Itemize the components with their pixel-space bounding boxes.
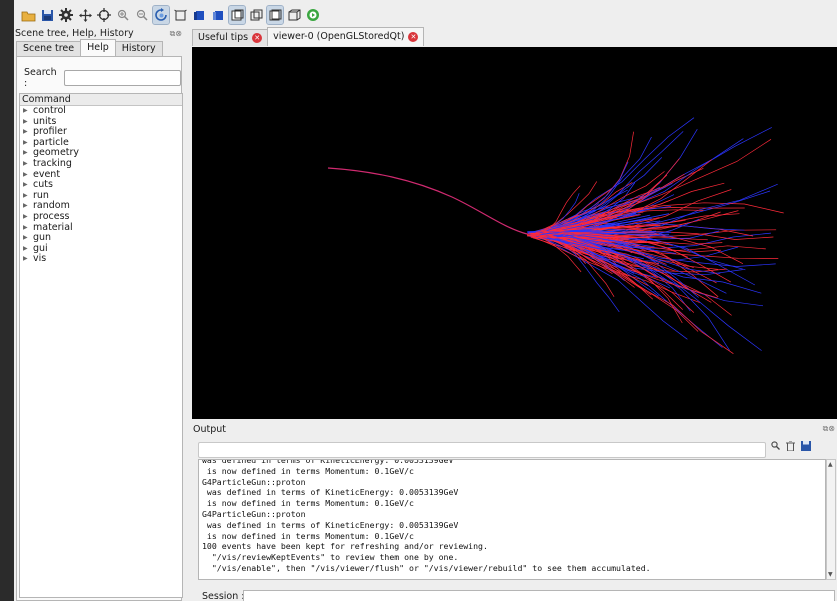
save-icon[interactable] [39, 6, 55, 24]
scroll-up-icon[interactable]: ▲ [828, 461, 833, 468]
hidden-line-icon[interactable] [210, 6, 226, 24]
output-line: was defined in terms of KineticEnergy: 0… [202, 519, 459, 530]
tab-help[interactable]: Help [80, 39, 116, 56]
tab-scene-tree[interactable]: Scene tree [16, 41, 82, 56]
wireframe-icon[interactable] [248, 6, 264, 24]
command-list: ▶ control ▶ units ▶ profiler ▶ particle ▶ geometr… [20, 105, 182, 265]
expand-arrow-icon[interactable]: ▶ [23, 201, 33, 212]
ortho-icon[interactable] [266, 5, 284, 25]
expand-arrow-icon[interactable]: ▶ [23, 254, 33, 265]
toolbar [14, 0, 837, 30]
expand-arrow-icon[interactable]: ▶ [23, 191, 33, 202]
solid-icon[interactable] [191, 6, 207, 24]
output-dock-controls[interactable]: ⧉⊗ [823, 424, 835, 434]
particle-tracks-canvas [327, 117, 784, 354]
tab-useful-tips[interactable]: Useful tips ✕ [192, 29, 269, 46]
command-item-tracking[interactable]: ▶ tracking [20, 157, 182, 170]
close-icon[interactable]: ✕ [408, 32, 419, 42]
expand-arrow-icon[interactable]: ▶ [23, 170, 33, 181]
help-panel: Search : Command ▶ control ▶ units ▶ profiler… [16, 56, 183, 601]
dock-tabs: Scene tree Help History [14, 39, 184, 56]
command-item-vis[interactable]: ▶ vis [20, 254, 182, 265]
output-line: was defined in terms of KineticEnergy: 0… [202, 459, 454, 465]
command-item-process[interactable]: ▶ process [20, 210, 182, 223]
scroll-down-icon[interactable]: ▼ [828, 571, 833, 578]
command-item-label: tracking [33, 157, 72, 169]
viewer-tabs: Useful tips ✕ viewer-0 (OpenGLStoredQt) … [192, 27, 425, 46]
zoom-in-icon[interactable] [115, 6, 131, 24]
search-row: Search : [24, 67, 181, 89]
output-line: is now defined in terms Momentum: 0.1GeV… [202, 465, 414, 476]
output-line: is now defined in terms Momentum: 0.1GeV… [202, 530, 414, 541]
search-icon[interactable] [771, 441, 780, 454]
expand-arrow-icon[interactable]: ▶ [23, 106, 33, 117]
output-toolbar [771, 440, 811, 454]
rotate-icon[interactable] [152, 5, 170, 25]
output-line: G4ParticleGun::proton [202, 476, 306, 487]
tab-viewer-0[interactable]: viewer-0 (OpenGLStoredQt) ✕ [267, 27, 425, 46]
move-icon[interactable] [77, 6, 93, 24]
trash-icon[interactable] [786, 440, 795, 454]
run-icon[interactable] [305, 6, 321, 24]
expand-arrow-icon[interactable]: ▶ [23, 212, 33, 223]
expand-arrow-icon[interactable]: ▶ [23, 159, 33, 170]
pick-icon[interactable] [96, 6, 112, 24]
command-item-label: vis [33, 253, 47, 265]
session-label: Session : [202, 591, 245, 601]
command-item-label: control [33, 105, 66, 116]
expand-arrow-icon[interactable]: ▶ [23, 223, 33, 234]
expand-arrow-icon[interactable]: ▶ [23, 117, 33, 128]
expand-arrow-icon[interactable]: ▶ [23, 244, 33, 255]
output-text[interactable]: was defined in terms of KineticEnergy: 0… [198, 459, 826, 580]
shower-track [546, 127, 772, 234]
search-label: Search : [24, 67, 57, 89]
tab-history[interactable]: History [114, 41, 163, 56]
output-scrollbar[interactable]: ▲ ▼ [826, 459, 836, 580]
output-line: "/vis/reviewKeptEvents" to review them o… [202, 552, 459, 563]
dock-title-text: Scene tree, Help, History [15, 28, 134, 39]
save-icon[interactable] [801, 441, 811, 454]
command-item-label: process [33, 210, 70, 222]
tab-viewer-0-label: viewer-0 (OpenGLStoredQt) [273, 31, 405, 42]
perspective-view-icon[interactable] [286, 6, 302, 24]
dock-controls[interactable]: ⧉⊗ [170, 28, 182, 40]
search-input[interactable] [64, 70, 181, 86]
expand-arrow-icon[interactable]: ▶ [23, 148, 33, 159]
tab-useful-tips-label: Useful tips [198, 32, 249, 43]
zoom-out-icon[interactable] [134, 6, 150, 24]
output-filter-input[interactable] [198, 442, 766, 458]
dock-title: Scene tree, Help, History ⧉⊗ [14, 28, 184, 40]
expand-arrow-icon[interactable]: ▶ [23, 138, 33, 149]
output-line: was defined in terms of KineticEnergy: 0… [202, 487, 459, 498]
command-item-control[interactable]: ▶ control [20, 105, 182, 117]
open-icon[interactable] [20, 6, 36, 24]
expand-arrow-icon[interactable]: ▶ [23, 233, 33, 244]
output-line: is now defined in terms Momentum: 0.1GeV… [202, 498, 414, 509]
main-window: Scene tree, Help, History ⧉⊗ Scene tree … [14, 0, 837, 601]
output-title: Output [193, 424, 226, 435]
session-input[interactable] [243, 590, 835, 601]
opengl-viewer[interactable] [192, 47, 837, 419]
expand-arrow-icon[interactable]: ▶ [23, 127, 33, 138]
output-line: "/vis/enable", then "/vis/viewer/flush" … [202, 562, 651, 573]
left-dock: Scene tree, Help, History ⧉⊗ Scene tree … [14, 28, 184, 601]
surface-icon[interactable] [228, 5, 246, 25]
perspective-icon[interactable] [172, 6, 188, 24]
output-line: G4ParticleGun::proton [202, 508, 306, 519]
expand-arrow-icon[interactable]: ▶ [23, 180, 33, 191]
command-tree: Command ▶ control ▶ units ▶ profiler ▶ particle… [19, 93, 183, 598]
output-line: 100 events have been kept for refreshing… [202, 541, 488, 552]
primary-track [327, 167, 528, 235]
settings-icon[interactable] [58, 6, 74, 24]
close-icon[interactable]: ✕ [252, 33, 263, 43]
